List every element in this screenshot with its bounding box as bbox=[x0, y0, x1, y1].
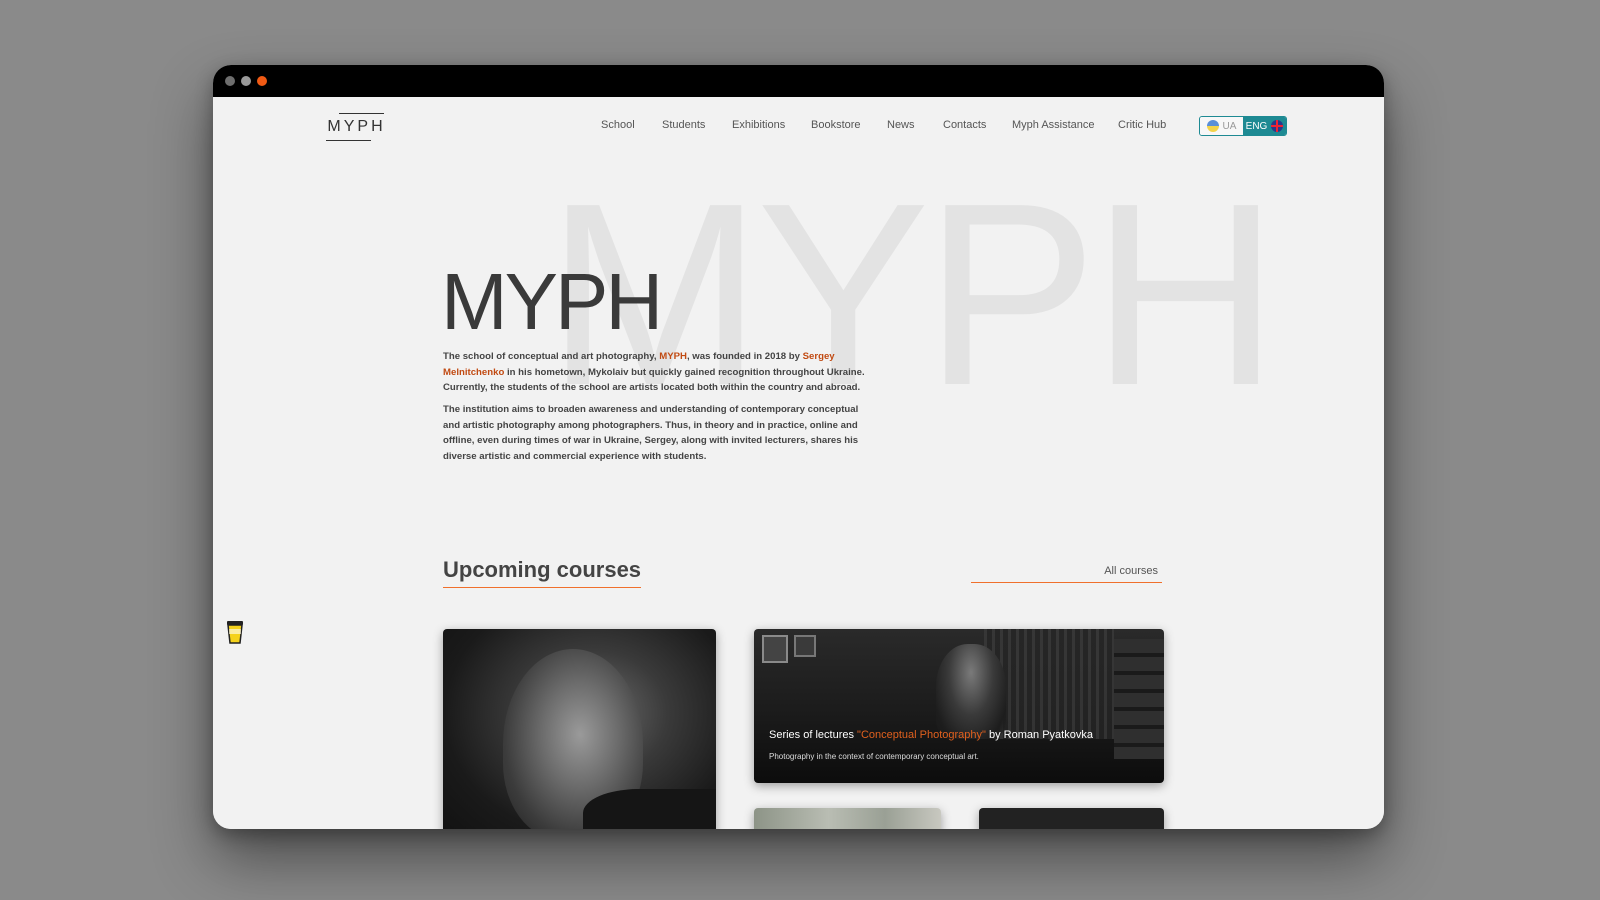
intro-text-1: The school of conceptual and art photogr… bbox=[443, 351, 660, 362]
intro-text-3: in his hometown, Mykolaiv but quickly ga… bbox=[443, 366, 865, 394]
photo-frame bbox=[794, 635, 816, 657]
page: MYPH MYPH School Students Exhibitions Bo… bbox=[213, 97, 1384, 829]
course-caption: Series of lectures "Conceptual Photograp… bbox=[769, 729, 1093, 741]
portrait-shirt bbox=[583, 789, 716, 829]
intro-paragraph: The school of conceptual and art photogr… bbox=[443, 349, 873, 396]
brand-link[interactable]: MYPH bbox=[659, 351, 687, 362]
coffee-cup-svg bbox=[227, 621, 243, 644]
logo-text: MYPH bbox=[327, 118, 386, 135]
mission-paragraph: The institution aims to broaden awarenes… bbox=[443, 404, 859, 462]
nav-item-contacts[interactable]: Contacts bbox=[943, 119, 986, 131]
hero-title: MYPH bbox=[441, 257, 663, 346]
minimize-dot[interactable] bbox=[241, 76, 251, 86]
course-card-3[interactable] bbox=[754, 808, 941, 829]
logo[interactable]: MYPH bbox=[325, 111, 386, 143]
title-bar bbox=[213, 65, 1384, 97]
bookshelf bbox=[1114, 639, 1164, 759]
coffee-cup-icon[interactable] bbox=[225, 619, 245, 645]
course-card-featured[interactable]: Series of lectures "Conceptual Photograp… bbox=[754, 629, 1164, 783]
lang-eng-label: ENG bbox=[1245, 120, 1268, 132]
nav-item-myph-assistance[interactable]: Myph Assistance bbox=[1012, 119, 1095, 131]
lang-ua-button[interactable]: UA bbox=[1200, 117, 1243, 135]
photo-frame bbox=[762, 635, 788, 663]
course-prefix: Series of lectures bbox=[769, 729, 858, 741]
browser-window: MYPH MYPH School Students Exhibitions Bo… bbox=[213, 65, 1384, 829]
upcoming-courses-heading: Upcoming courses bbox=[443, 557, 642, 588]
nav-item-students[interactable]: Students bbox=[662, 119, 705, 131]
course-suffix: by Roman Pyatkovka bbox=[985, 729, 1093, 741]
nav-item-news[interactable]: News bbox=[887, 119, 915, 131]
language-switcher: UA ENG bbox=[1199, 116, 1287, 136]
lang-ua-label: UA bbox=[1222, 120, 1237, 132]
lecturer-photo bbox=[936, 644, 1006, 739]
course-description: Photography in the context of contempora… bbox=[769, 752, 979, 761]
maximize-dot[interactable] bbox=[257, 76, 267, 86]
intro-text-2: , was founded in 2018 by bbox=[686, 351, 803, 362]
nav-item-school[interactable]: School bbox=[601, 119, 635, 131]
nav-item-bookstore[interactable]: Bookstore bbox=[811, 119, 861, 131]
course-card-4[interactable] bbox=[979, 808, 1164, 829]
uk-flag-icon bbox=[1271, 120, 1284, 132]
course-name: "Conceptual Photography" bbox=[857, 729, 986, 741]
all-courses-link[interactable]: All courses bbox=[971, 565, 1162, 583]
close-dot[interactable] bbox=[225, 76, 235, 86]
nav-item-exhibitions[interactable]: Exhibitions bbox=[732, 119, 785, 131]
ukraine-flag-icon bbox=[1206, 120, 1219, 132]
course-card-portrait[interactable] bbox=[443, 629, 716, 829]
lang-eng-button[interactable]: ENG bbox=[1243, 117, 1286, 135]
nav-item-critic-hub[interactable]: Critic Hub bbox=[1118, 119, 1166, 131]
